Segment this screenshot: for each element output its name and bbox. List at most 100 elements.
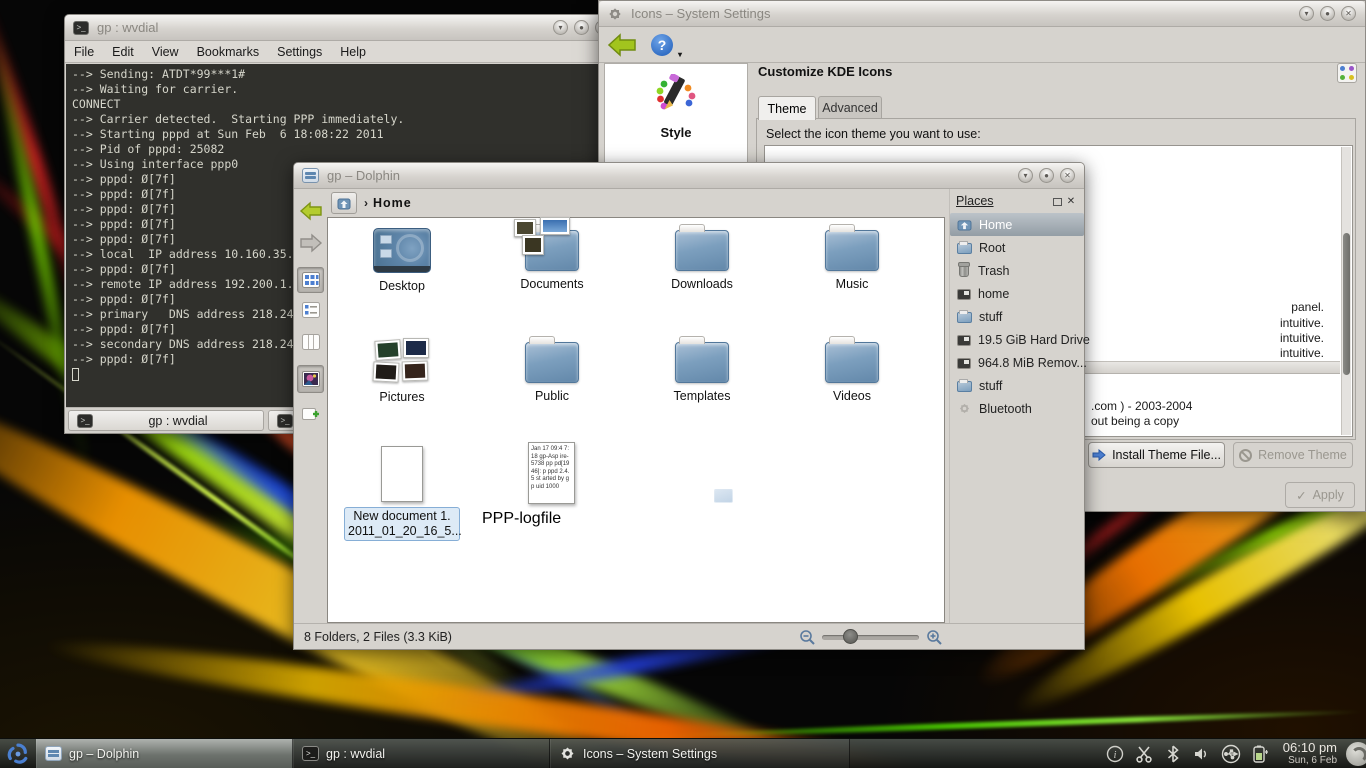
maximize-button[interactable]: ● [1320, 6, 1335, 21]
close-button[interactable]: ✕ [1341, 6, 1356, 21]
battery-icon[interactable] [1250, 744, 1270, 764]
terminal-titlebar[interactable]: >_ gp : wvdial ▾ ● ✕ [65, 15, 619, 41]
taskbar-task-wvdial[interactable]: >_ gp : wvdial [293, 739, 550, 768]
breadcrumb-home-button[interactable] [331, 192, 357, 214]
menu-settings[interactable]: Settings [268, 45, 331, 59]
scrollbar[interactable] [1341, 147, 1351, 435]
folder-icon [525, 342, 579, 383]
back-button[interactable] [297, 197, 324, 225]
places-item-home[interactable]: Home [950, 213, 1084, 236]
desktop-folder-icon [373, 228, 431, 273]
plasma-toolbox-icon[interactable] [1346, 742, 1366, 766]
preview-toggle-button[interactable] [297, 365, 324, 393]
icons-view-icon [302, 272, 320, 288]
folder-item-documents[interactable]: Documents [482, 226, 622, 291]
terminal-line: CONNECT [72, 97, 612, 112]
folder-item-pictures[interactable]: Pictures [332, 338, 472, 404]
dolphin-folder-view[interactable]: Desktop Documents Downloads Music [327, 217, 945, 623]
bluetooth-icon[interactable] [1163, 744, 1183, 764]
dolphin-titlebar[interactable]: gp – Dolphin ▾ ● ✕ [294, 163, 1084, 189]
places-item-stuff[interactable]: stuff [950, 305, 1084, 328]
minimize-button[interactable]: ▾ [1299, 6, 1314, 21]
menu-help[interactable]: Help [331, 45, 375, 59]
minimize-button[interactable]: ▾ [1018, 168, 1033, 183]
install-theme-button[interactable]: Install Theme File... [1088, 442, 1225, 468]
status-text: 8 Folders, 2 Files (3.3 KiB) [304, 630, 452, 644]
drive-icon [957, 289, 971, 300]
gear-icon [957, 402, 972, 415]
zoom-slider-track[interactable] [822, 635, 919, 640]
places-item-trash[interactable]: Trash [950, 259, 1084, 282]
apply-button[interactable]: ✓ Apply [1285, 482, 1355, 508]
places-item-hard-drive[interactable]: 19.5 GiB Hard Drive [950, 328, 1084, 351]
places-item-removable[interactable]: 964.8 MiB Remov... [950, 351, 1084, 374]
taskbar-task-system-settings[interactable]: Icons – System Settings [550, 739, 850, 768]
app-launcher-button[interactable] [0, 739, 36, 768]
details-view-button[interactable] [297, 297, 324, 323]
menu-edit[interactable]: Edit [103, 45, 143, 59]
minimize-button[interactable]: ▾ [553, 20, 568, 35]
folder-item-music[interactable]: Music [782, 226, 922, 291]
places-item-root[interactable]: Root [950, 236, 1084, 259]
terminal-tab-icon: >_ [77, 414, 93, 428]
sidebar-item-style[interactable]: Style [605, 64, 747, 140]
gear-icon [559, 745, 576, 762]
terminal-tab-active[interactable]: >_ gp : wvdial [68, 410, 264, 431]
zoom-out-icon[interactable] [799, 629, 816, 646]
clock[interactable]: 06:10 pm Sun, 6 Feb [1283, 741, 1337, 766]
zoom-in-icon[interactable] [926, 629, 943, 646]
folder-icon [675, 230, 729, 271]
notifications-info-icon[interactable]: i [1105, 744, 1125, 764]
help-icon[interactable]: ? [651, 34, 673, 56]
folder-icon [957, 381, 972, 392]
places-item-stuff-2[interactable]: stuff [950, 374, 1084, 397]
menu-file[interactable]: File [65, 45, 103, 59]
dolphin-window: gp – Dolphin ▾ ● ✕ › Home [293, 162, 1085, 650]
back-arrow-icon [299, 201, 323, 221]
icons-view-button[interactable] [297, 267, 324, 293]
logfile-icon-preview: Jan 17 09:4 7:18 gp-Asp ire-5738 pp pd[1… [528, 442, 575, 504]
selected-file-label: New document 1. 2011_01_20_16_5... [344, 507, 460, 541]
maximize-button[interactable]: ● [574, 20, 589, 35]
columns-view-button[interactable] [297, 329, 324, 355]
launcher-logo-icon [5, 741, 31, 767]
module-overview-icon[interactable] [1337, 63, 1357, 83]
back-arrow-icon[interactable] [607, 33, 637, 57]
home-icon [957, 218, 972, 231]
drag-ghost-icon [714, 489, 733, 503]
volume-icon[interactable] [1192, 744, 1212, 764]
desktop: >_ gp : wvdial ▾ ● ✕ File Edit View Book… [0, 0, 1366, 768]
folder-item-videos[interactable]: Videos [782, 338, 922, 403]
folder-item-templates[interactable]: Templates [632, 338, 772, 403]
settings-titlebar[interactable]: Icons – System Settings ▾ ● ✕ [599, 1, 1365, 27]
split-view-button[interactable] [297, 401, 324, 427]
folder-item-public[interactable]: Public [482, 338, 622, 403]
terminal-line: --> Carrier detected. Starting PPP immed… [72, 112, 612, 127]
remove-theme-button[interactable]: Remove Theme [1233, 442, 1353, 468]
usb-device-icon[interactable] [1221, 744, 1241, 764]
zoom-slider-handle[interactable] [843, 629, 858, 644]
close-panel-icon[interactable]: ✕ [1064, 196, 1078, 207]
places-item-bluetooth[interactable]: Bluetooth [950, 397, 1084, 420]
tab-theme[interactable]: Theme [758, 96, 816, 120]
places-item-home-partition[interactable]: home [950, 282, 1084, 305]
trash-icon [959, 264, 969, 277]
breadcrumb-home[interactable]: Home [373, 196, 412, 210]
terminal-tab-label: gp : wvdial [93, 414, 263, 428]
gear-icon [607, 6, 623, 22]
dolphin-app-icon [302, 168, 319, 183]
drive-icon [957, 335, 971, 346]
folder-item-downloads[interactable]: Downloads [632, 226, 772, 291]
close-button[interactable]: ✕ [1060, 168, 1075, 183]
scrollbar-thumb[interactable] [1343, 233, 1350, 375]
menu-bookmarks[interactable]: Bookmarks [188, 45, 269, 59]
maximize-button[interactable]: ● [1039, 168, 1054, 183]
menu-view[interactable]: View [143, 45, 188, 59]
folder-item-desktop[interactable]: Desktop [332, 226, 472, 293]
klipper-scissors-icon[interactable] [1134, 744, 1154, 764]
forward-button[interactable] [297, 229, 324, 257]
tab-advanced[interactable]: Advanced [818, 96, 882, 118]
taskbar-task-dolphin[interactable]: gp – Dolphin [36, 739, 293, 768]
float-panel-icon[interactable] [1053, 198, 1062, 206]
check-icon: ✓ [1296, 488, 1306, 503]
